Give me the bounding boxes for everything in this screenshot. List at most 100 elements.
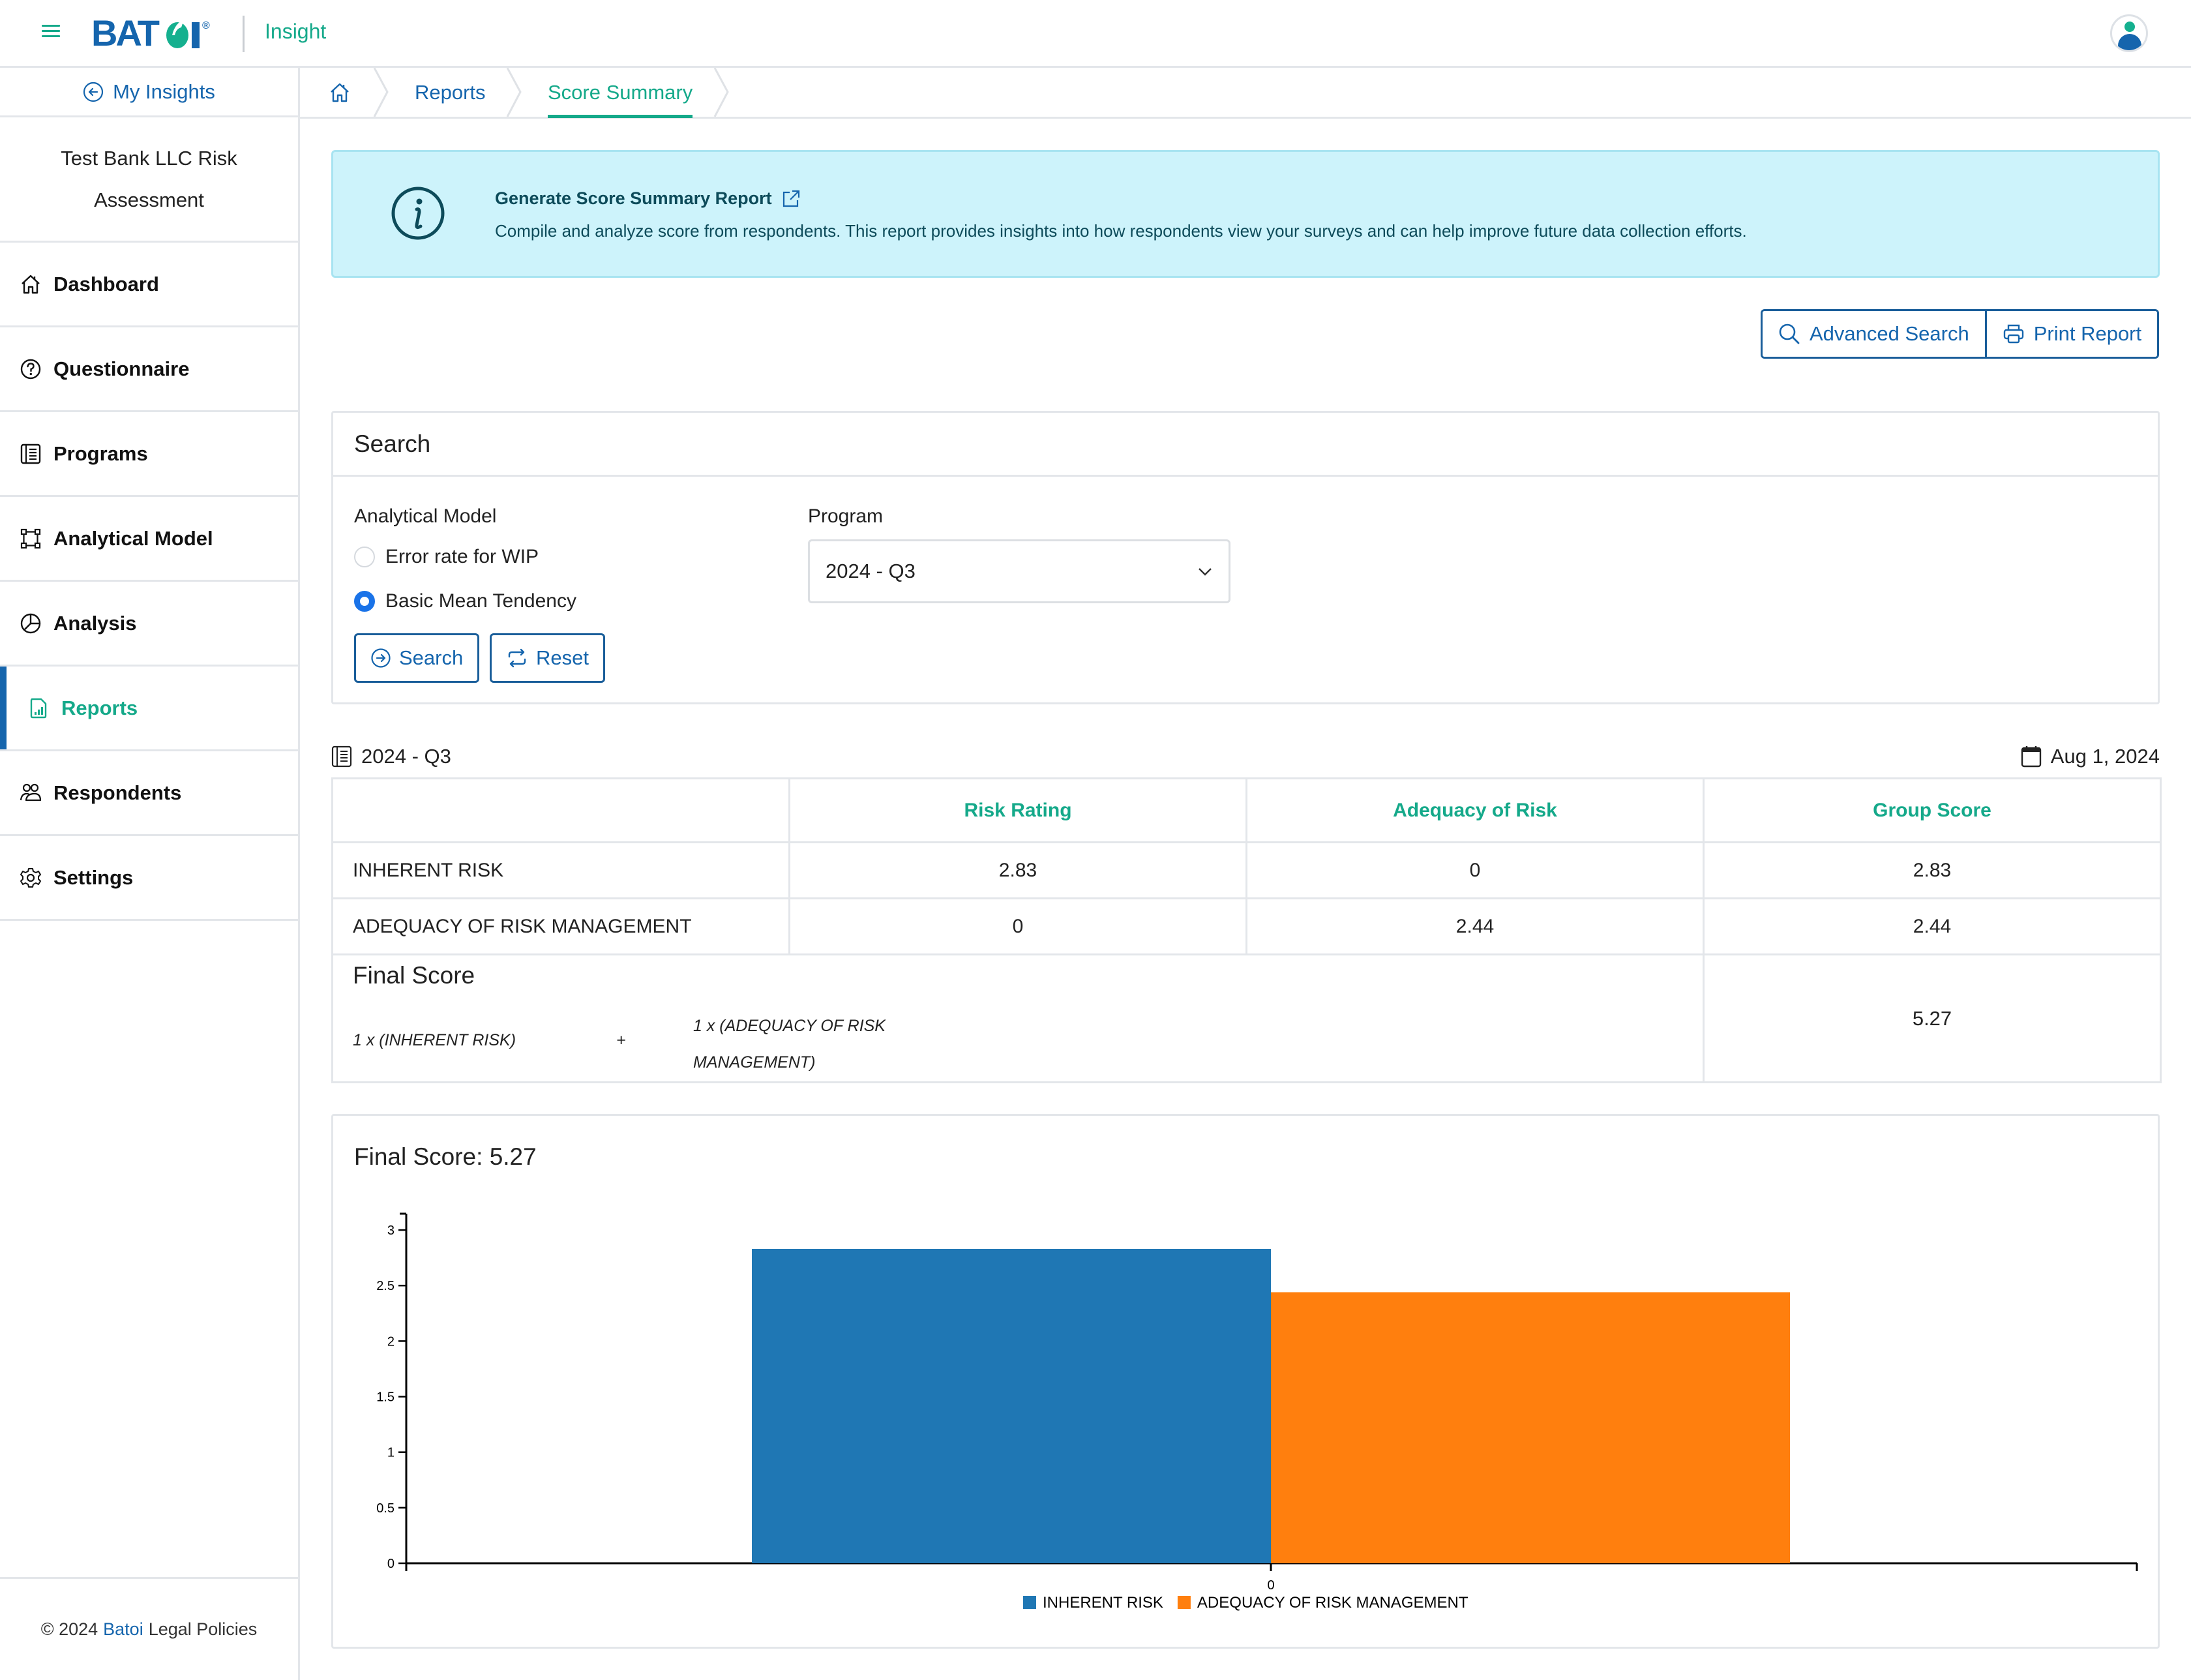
program-select[interactable]: 2024 - Q3 [808, 539, 1230, 603]
breadcrumb-score-summary[interactable]: Score Summary [548, 68, 693, 118]
people-icon [20, 783, 42, 801]
final-score-chart-card: Final Score: 5.27 0 0.5 1 1.5 2 2.5 3 0 INHERE… [331, 1114, 2160, 1649]
sidebar-item-reports[interactable]: Reports [0, 667, 298, 751]
y-tick-label: 0 [387, 1557, 395, 1571]
my-insights-link[interactable]: My Insights [0, 68, 298, 117]
breadcrumb-home[interactable] [329, 68, 351, 117]
sidebar-item-programs[interactable]: Programs [0, 412, 298, 497]
calendar-icon [2021, 746, 2041, 768]
report-program-text: 2024 - Q3 [361, 745, 451, 768]
banner-title: Generate Score Summary Report [495, 188, 801, 209]
banner-description: Compile and analyze score from responden… [495, 221, 1747, 241]
y-tick-label: 0.5 [376, 1501, 395, 1516]
sidebar-item-label: Programs [53, 442, 148, 465]
print-report-label: Print Report [2033, 322, 2142, 345]
sidebar-item-dashboard[interactable]: Dashboard [0, 243, 298, 327]
gear-icon [20, 867, 41, 888]
sidebar-item-label: Settings [53, 865, 134, 889]
search-button[interactable]: Search [354, 633, 480, 683]
radio-button-checked[interactable] [354, 591, 375, 612]
bars [752, 1248, 1790, 1563]
table-header-row: Risk Rating Adequacy of Risk Group Score [331, 777, 2162, 843]
score-summary-table: Risk Rating Adequacy of Risk Group Score… [331, 777, 2162, 1083]
table-row: INHERENT RISK 2.83 0 2.83 [331, 841, 2162, 899]
legend-label: ADEQUACY OF RISK MANAGEMENT [1197, 1594, 1468, 1612]
batoi-logo[interactable]: BAT ® [91, 14, 228, 51]
sidebar-item-label: Analytical Model [53, 526, 213, 550]
home-icon [331, 83, 349, 102]
report-chart-icon [30, 698, 47, 718]
print-report-button[interactable]: Print Report [1984, 311, 2158, 357]
batoi-link[interactable]: Batoi [103, 1619, 143, 1640]
formula-term-2: 1 x (ADEQUACY OF RISK MANAGEMENT) [693, 1017, 886, 1072]
radio-error-rate-wip[interactable]: Error rate for WIP [354, 546, 539, 568]
column-header-group-score: Group Score [1703, 777, 2162, 843]
search-icon [1779, 323, 1800, 344]
program-select-value: 2024 - Q3 [826, 560, 916, 582]
y-axis: 0 0.5 1 1.5 2 2.5 3 [376, 1212, 408, 1571]
y-tick-label: 1 [387, 1446, 395, 1460]
reset-button-label: Reset [536, 646, 589, 669]
report-date: Aug 1, 2024 [2021, 745, 2160, 768]
adequacy-cell: 0 [1245, 841, 1705, 899]
search-panel: Search Analytical Model Error rate for W… [331, 411, 2160, 704]
info-banner: Generate Score Summary Report Compile an… [331, 150, 2160, 278]
report-program: 2024 - Q3 [331, 745, 451, 768]
radio-label: Error rate for WIP [385, 546, 539, 567]
arrow-right-circle-icon [371, 648, 391, 668]
column-header-adequacy-of-risk: Adequacy of Risk [1245, 777, 1705, 843]
arrow-left-circle-icon [83, 82, 104, 102]
breadcrumb-reports[interactable]: Reports [415, 68, 486, 117]
search-panel-title: Search [333, 413, 2158, 477]
external-link-icon[interactable] [781, 189, 801, 209]
printer-icon [2003, 324, 2023, 344]
sidebar-item-analysis[interactable]: Analysis [0, 582, 298, 667]
final-score-row: Final Score 1 x (INHERENT RISK) + 1 x (A… [331, 953, 2162, 1083]
info-icon [391, 187, 445, 240]
sidebar-item-label: Dashboard [53, 272, 159, 295]
hamburger-icon[interactable] [42, 25, 60, 40]
sidebar-item-label: Questionnaire [53, 357, 190, 380]
sidebar-item-respondents[interactable]: Respondents [0, 751, 298, 836]
chevron-down-icon [1199, 568, 1212, 576]
batoi-logo-mark: BAT ® [91, 14, 210, 51]
reset-button[interactable]: Reset [490, 633, 605, 683]
logo-divider [243, 16, 245, 52]
sidebar-item-analytical-model[interactable]: Analytical Model [0, 497, 298, 582]
radio-button[interactable] [354, 547, 375, 567]
y-tick-label: 2 [387, 1334, 395, 1349]
project-title: Test Bank LLC Risk Assessment [0, 117, 298, 243]
legal-policies-link[interactable]: Legal Policies [149, 1619, 258, 1640]
sidebar-item-settings[interactable]: Settings [0, 836, 298, 921]
analytical-model-label: Analytical Model [354, 505, 497, 527]
chart-legend: INHERENT RISK ADEQUACY OF RISK MANAGEMENT [1023, 1594, 1468, 1612]
list-book-icon [20, 443, 41, 464]
breadcrumb-separator [506, 68, 522, 117]
sidebar: My Insights Test Bank LLC Risk Assessmen… [0, 68, 300, 1680]
bar-inherent-risk [752, 1248, 1271, 1563]
sidebar-item-questionnaire[interactable]: Questionnaire [0, 327, 298, 412]
sidebar-footer: © 2024 Batoi Legal Policies [0, 1577, 298, 1680]
user-avatar-icon[interactable] [2110, 14, 2148, 52]
table-row: ADEQUACY OF RISK MANAGEMENT 0 2.44 2.44 [331, 897, 2162, 955]
adequacy-cell: 2.44 [1245, 897, 1705, 955]
radio-basic-mean-tendency[interactable]: Basic Mean Tendency [354, 590, 576, 612]
sidebar-item-label: Reports [61, 696, 138, 719]
final-score-label: Final Score [353, 962, 475, 989]
radio-label: Basic Mean Tendency [385, 590, 576, 612]
advanced-search-button[interactable]: Advanced Search [1763, 311, 1985, 357]
app-name: Insight [265, 20, 327, 43]
y-tick-label: 1.5 [376, 1390, 395, 1405]
top-header: BAT ® Insight [0, 0, 2191, 68]
legend-swatch [1023, 1596, 1036, 1609]
advanced-search-label: Advanced Search [1810, 322, 1969, 345]
list-book-icon [331, 745, 352, 768]
x-axis: 0 [406, 1562, 2138, 1593]
pie-chart-icon [20, 613, 41, 633]
x-tick-label: 0 [1267, 1578, 1274, 1593]
formula-term-1: 1 x (INHERENT RISK) [353, 1031, 516, 1049]
banner-title-text: Generate Score Summary Report [495, 188, 772, 208]
breadcrumb: Reports Score Summary [300, 68, 2191, 119]
svg-text:®: ® [202, 20, 210, 31]
breadcrumb-separator [713, 68, 729, 117]
